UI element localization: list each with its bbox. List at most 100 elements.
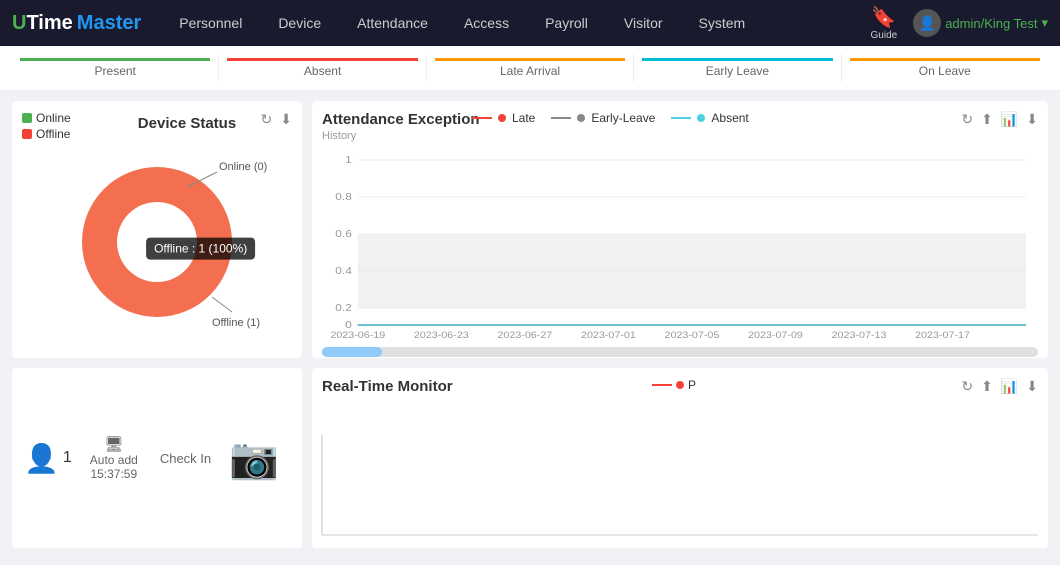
late-label: Late Arrival — [500, 64, 560, 78]
svg-text:0.2: 0.2 — [335, 303, 352, 314]
guide-button[interactable]: 🔖 Guide — [871, 5, 898, 41]
absent-line — [671, 117, 691, 119]
rt-legend-p: P — [652, 378, 696, 392]
user-info[interactable]: 👤 admin/King Test ▾ — [913, 9, 1048, 37]
checkin-panel: 👤 1 🖥 Auto add 15:37:59 Check In 📷 — [12, 368, 302, 548]
svg-text:2023-06-23: 2023-06-23 — [414, 331, 469, 341]
nav-item-system[interactable]: System — [681, 0, 764, 46]
att-upload-icon[interactable]: ⬆ — [981, 111, 993, 128]
nav-item-device[interactable]: Device — [260, 0, 339, 46]
logo-master: Master — [77, 12, 141, 35]
svg-text:2023-07-09: 2023-07-09 — [748, 331, 803, 341]
present-bar — [20, 58, 210, 61]
summary-card-absent[interactable]: Absent — [219, 54, 426, 82]
auto-add-info: 🖥 Auto add 15:37:59 — [90, 435, 138, 481]
rt-chart-area — [322, 425, 1038, 548]
person-icon: 👤 — [24, 442, 59, 475]
att-chart-svg: 1 0.8 0.6 0.4 0.2 0 2023-06-19 2023-06-2… — [322, 150, 1038, 340]
guide-icon: 🔖 — [871, 5, 896, 30]
p-label: P — [688, 378, 696, 392]
att-legend-early: Early-Leave — [551, 111, 655, 125]
attendance-legend: Late Early-Leave Absent — [472, 111, 749, 125]
early-line — [551, 117, 571, 119]
realtime-title: Real-Time Monitor — [322, 378, 453, 395]
svg-text:0.4: 0.4 — [335, 266, 352, 277]
check-in-label: Check In — [160, 451, 211, 466]
online-pie-label: Online (0) — [219, 161, 267, 173]
summary-card-present[interactable]: Present — [12, 54, 219, 82]
summary-card-early[interactable]: Early Leave — [634, 54, 841, 82]
onleave-bar — [850, 58, 1040, 61]
attendance-exception-panel: Attendance Exception Late Early-Leave Ab… — [312, 101, 1048, 358]
att-late-label: Late — [512, 111, 535, 125]
logo-u: U — [12, 12, 26, 35]
row1: Online Offline Device Status ↻ ⬇ — [12, 101, 1048, 358]
summary-card-late[interactable]: Late Arrival — [427, 54, 634, 82]
late-bar — [435, 58, 625, 61]
att-absent-label: Absent — [711, 111, 748, 125]
absent-label: Absent — [304, 64, 341, 78]
rt-bar-icon[interactable]: 📊 — [1001, 378, 1018, 395]
download-icon[interactable]: ⬇ — [280, 111, 292, 128]
nav-item-payroll[interactable]: Payroll — [527, 0, 606, 46]
att-bar-icon[interactable]: 📊 — [1001, 111, 1018, 128]
logo-time: Time — [26, 12, 72, 35]
svg-text:2023-06-27: 2023-06-27 — [497, 331, 552, 341]
summary-card-onleave[interactable]: On Leave — [842, 54, 1048, 82]
summary-row: Present Absent Late Arrival Early Leave … — [0, 46, 1060, 91]
monitor-icon: 🖥 — [104, 435, 123, 453]
nav-right: 🔖 Guide 👤 admin/King Test ▾ — [871, 5, 1048, 41]
offline-pie-label: Offline (1) — [212, 317, 260, 329]
pie-tooltip: Offline : 1 (100%) — [146, 238, 255, 260]
svg-text:2023-07-01: 2023-07-01 — [581, 331, 636, 341]
late-dot — [498, 114, 506, 122]
refresh-icon[interactable]: ↻ — [261, 111, 273, 128]
username: admin/King Test — [945, 16, 1037, 31]
att-early-label: Early-Leave — [591, 111, 655, 125]
offline-pointer-line — [212, 297, 232, 312]
att-download-icon[interactable]: ⬇ — [1026, 111, 1038, 128]
svg-text:2023-07-17: 2023-07-17 — [915, 331, 970, 341]
auto-add-time: 15:37:59 — [90, 467, 137, 481]
rt-refresh-icon[interactable]: ↻ — [961, 378, 973, 395]
rt-chart-svg — [322, 425, 1038, 545]
auto-add-label: Auto add — [90, 453, 138, 467]
donut-container: Online (0) Offline (1) Offline : 1 (100%… — [22, 132, 292, 352]
p-dot — [676, 381, 684, 389]
early-dot — [577, 114, 585, 122]
person-info: 👤 1 — [24, 442, 72, 475]
rt-legend: P — [652, 378, 696, 392]
onleave-label: On Leave — [919, 64, 971, 78]
rt-upload-icon[interactable]: ⬆ — [981, 378, 993, 395]
nav-item-attendance[interactable]: Attendance — [339, 0, 446, 46]
online-dot — [22, 113, 32, 123]
online-label: Online — [36, 111, 71, 125]
att-legend-late: Late — [472, 111, 535, 125]
row2: 👤 1 🖥 Auto add 15:37:59 Check In 📷 Real-… — [12, 368, 1048, 548]
svg-text:1: 1 — [345, 155, 352, 166]
svg-text:0.6: 0.6 — [335, 229, 352, 240]
p-line — [652, 384, 672, 386]
svg-text:0.8: 0.8 — [335, 192, 352, 203]
nav-item-visitor[interactable]: Visitor — [606, 0, 681, 46]
chart-scrollbar-thumb[interactable] — [322, 347, 382, 357]
band2 — [358, 271, 1026, 308]
chevron-down-icon: ▾ — [1041, 15, 1048, 31]
nav-item-access[interactable]: Access — [446, 0, 527, 46]
camera-icon: 📷 — [229, 435, 279, 482]
svg-text:2023-07-05: 2023-07-05 — [665, 331, 720, 341]
svg-text:0: 0 — [345, 320, 352, 331]
chart-scrollbar[interactable] — [322, 347, 1038, 357]
nav-item-personnel[interactable]: Personnel — [161, 0, 260, 46]
rt-panel-icons: ↻ ⬆ 📊 ⬇ — [961, 378, 1038, 395]
rt-download-icon[interactable]: ⬇ — [1026, 378, 1038, 395]
logo: U Time Master — [12, 12, 141, 35]
avatar: 👤 — [913, 9, 941, 37]
att-refresh-icon[interactable]: ↻ — [961, 111, 973, 128]
navbar: U Time Master Personnel Device Attendanc… — [0, 0, 1060, 46]
guide-label: Guide — [871, 30, 898, 41]
band1 — [358, 234, 1026, 271]
svg-text:2023-06-19: 2023-06-19 — [330, 331, 385, 341]
present-label: Present — [95, 64, 136, 78]
person-count: 1 — [63, 449, 72, 467]
